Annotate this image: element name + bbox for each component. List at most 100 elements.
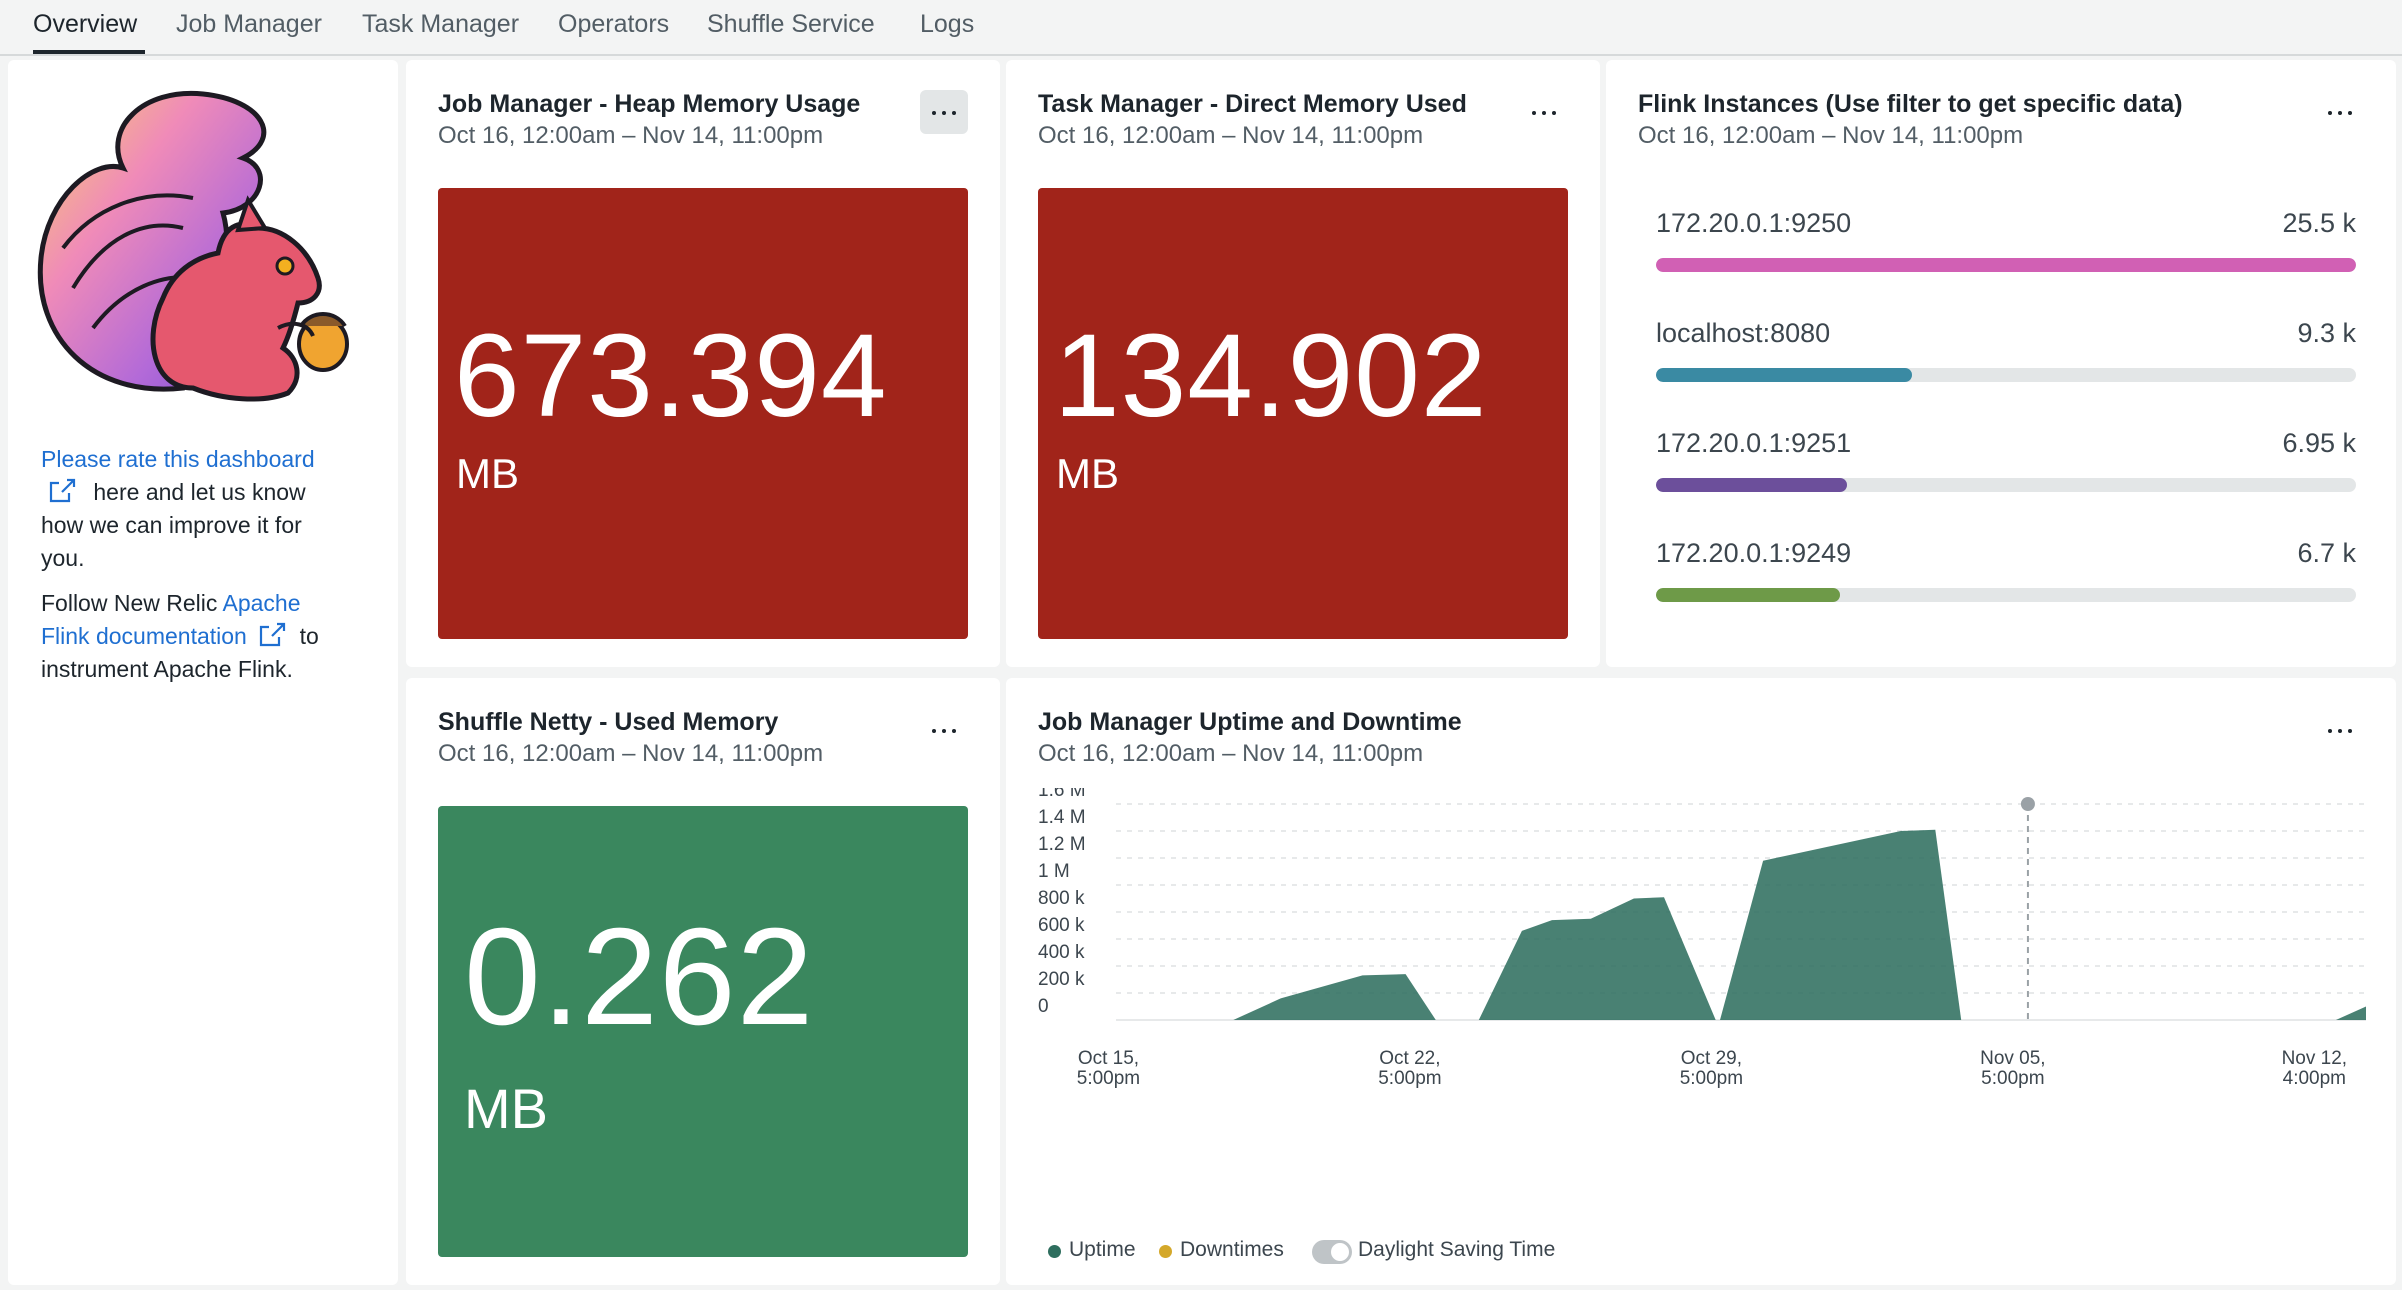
flink-doc-link-line1[interactable]: Apache <box>223 590 301 616</box>
more-icon <box>932 111 956 115</box>
instance-bar-track <box>1656 368 2356 382</box>
rate-text-line2: how we can improve it for <box>41 512 302 538</box>
widget-time-range: Oct 16, 12:00am – Nov 14, 11:00pm <box>438 122 824 149</box>
instance-name: 172.20.0.1:9250 <box>1656 208 1852 238</box>
widget-menu-button[interactable] <box>1520 90 1568 134</box>
legend-daylight-saving: Daylight Saving Time <box>1358 1238 1556 1261</box>
x-tick-label: Oct 15, <box>1078 1048 1139 1069</box>
y-tick-label: 600 k <box>1038 915 1085 936</box>
instance-name: 172.20.0.1:9251 <box>1656 428 1852 458</box>
legend-downtimes-dot <box>1159 1245 1172 1258</box>
billboard-unit: MB <box>1056 450 1119 497</box>
rate-dashboard-link[interactable]: Please rate this dashboard <box>41 446 315 472</box>
uptime-chart[interactable]: 0 200 k 400 k 600 k 800 k 1 M 1.2 M 1.4 M 1.6 M O… <box>1006 788 2376 1208</box>
x-tick-label: Oct 22, <box>1379 1048 1440 1069</box>
billboard-value: 134.902 <box>1054 310 1488 442</box>
x-tick-label: 5:00pm <box>1378 1068 1441 1089</box>
rate-dashboard-text: Please rate this dashboard here and let … <box>41 443 371 575</box>
instance-name: localhost:8080 <box>1656 318 1831 348</box>
rate-text-line1: here and let us know <box>93 479 306 505</box>
widget-time-range: Oct 16, 12:00am – Nov 14, 11:00pm <box>438 740 824 767</box>
y-tick-label: 400 k <box>1038 942 1085 963</box>
widget-title: Flink Instances (Use filter to get speci… <box>1638 90 2183 118</box>
y-tick-label: 200 k <box>1038 969 1085 990</box>
instance-value: 6.7 k <box>2297 538 2356 568</box>
widget-menu-button[interactable] <box>2316 708 2364 752</box>
uptime-area-series <box>2335 1006 2366 1020</box>
more-icon <box>2328 111 2352 115</box>
apache-flink-squirrel-logo <box>37 90 349 402</box>
instance-bar-track <box>1656 258 2356 272</box>
instance-bar-fill <box>1656 478 1848 492</box>
follow-prefix: Follow New Relic <box>41 590 223 616</box>
active-tab-indicator <box>33 50 145 54</box>
external-link-icon[interactable] <box>47 477 77 503</box>
billboard: 673.394 MB <box>438 188 968 639</box>
widget-title: Job Manager Uptime and Downtime <box>1038 708 1462 736</box>
instance-bar-track <box>1656 478 2356 492</box>
widget-menu-button[interactable] <box>920 90 968 134</box>
tab-shuffle-service[interactable]: Shuffle Service <box>707 10 875 39</box>
legend-downtimes[interactable]: Downtimes <box>1180 1238 1284 1262</box>
widget-time-range: Oct 16, 12:00am – Nov 14, 11:00pm <box>1038 122 1424 149</box>
billboard-unit: MB <box>464 1077 548 1140</box>
tab-job-manager[interactable]: Job Manager <box>176 10 322 39</box>
uptime-area-series <box>1478 897 1716 1020</box>
instance-bar-fill <box>1656 258 2356 272</box>
widget-menu-button[interactable] <box>2316 90 2364 134</box>
widget-title: Shuffle Netty - Used Memory <box>438 708 779 736</box>
x-tick-label: Oct 29, <box>1681 1048 1742 1069</box>
billboard-value: 0.262 <box>464 900 815 1054</box>
y-tick-label: 1 M <box>1038 861 1070 882</box>
x-tick-label: 5:00pm <box>1680 1068 1743 1089</box>
more-icon <box>2328 729 2352 733</box>
direct-memory-widget: Task Manager - Direct Memory Used Oct 16… <box>1006 60 1600 667</box>
flink-doc-link-line2[interactable]: Flink documentation <box>41 623 247 649</box>
instance-value: 25.5 k <box>2282 208 2356 238</box>
legend-uptime[interactable]: Uptime <box>1069 1238 1136 1262</box>
follow-suffix: to <box>299 623 319 649</box>
tab-bar: Overview Job Manager Task Manager Operat… <box>0 0 2402 56</box>
x-tick-label: 5:00pm <box>1077 1068 1140 1089</box>
instance-value: 9.3 k <box>2297 318 2356 348</box>
tab-logs[interactable]: Logs <box>920 10 974 39</box>
more-icon <box>932 729 956 733</box>
uptime-downtime-widget: Job Manager Uptime and Downtime Oct 16, … <box>1006 678 2396 1285</box>
widget-title: Job Manager - Heap Memory Usage <box>438 90 861 118</box>
billboard: 0.262 MB <box>438 806 968 1257</box>
more-icon <box>1532 111 1556 115</box>
instance-bar-fill <box>1656 588 1841 602</box>
intro-card: Please rate this dashboard here and let … <box>8 60 398 1285</box>
billboard-unit: MB <box>456 450 519 497</box>
widget-time-range: Oct 16, 12:00am – Nov 14, 11:00pm <box>1638 122 2024 149</box>
y-tick-label: 800 k <box>1038 888 1085 909</box>
instance-bar-fill <box>1656 368 1912 382</box>
instance-value: 6.95 k <box>2282 428 2356 458</box>
x-tick-label: 5:00pm <box>1981 1068 2044 1089</box>
tab-task-manager[interactable]: Task Manager <box>362 10 519 39</box>
legend-uptime-dot <box>1048 1245 1061 1258</box>
widget-time-range: Oct 16, 12:00am – Nov 14, 11:00pm <box>1038 740 1424 767</box>
heap-memory-widget: Job Manager - Heap Memory Usage Oct 16, … <box>406 60 1000 667</box>
tab-overview[interactable]: Overview <box>33 10 137 39</box>
widget-title: Task Manager - Direct Memory Used <box>1038 90 1467 118</box>
tab-operators[interactable]: Operators <box>558 10 669 39</box>
external-link-icon[interactable] <box>257 621 287 647</box>
y-tick-label: 1.6 M <box>1038 788 1086 801</box>
time-marker-dot <box>2020 797 2035 811</box>
x-tick-label: 4:00pm <box>2283 1068 2346 1089</box>
follow-line3: instrument Apache Flink. <box>41 656 293 682</box>
y-tick-label: 1.2 M <box>1038 834 1086 855</box>
instance-name: 172.20.0.1:9249 <box>1656 538 1852 568</box>
uptime-area-series <box>1233 974 1436 1020</box>
instance-bar-track <box>1656 588 2356 602</box>
billboard: 134.902 MB <box>1038 188 1568 639</box>
toggle-knob <box>1330 1242 1350 1262</box>
flink-instances-widget: Flink Instances (Use filter to get speci… <box>1606 60 2396 667</box>
rate-text-line3: you. <box>41 545 85 571</box>
shuffle-memory-widget: Shuffle Netty - Used Memory Oct 16, 12:0… <box>406 678 1000 1285</box>
daylight-saving-toggle[interactable] <box>1312 1240 1352 1264</box>
y-tick-label: 0 <box>1038 996 1049 1017</box>
x-tick-label: Nov 05, <box>1980 1048 2045 1069</box>
widget-menu-button[interactable] <box>920 708 968 752</box>
